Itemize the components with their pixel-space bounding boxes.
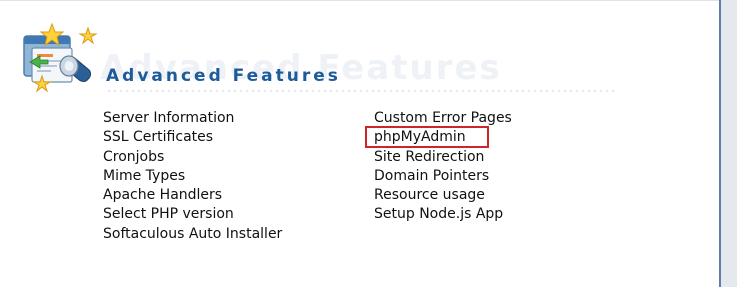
link-mime-types[interactable]: Mime Types <box>103 167 282 186</box>
tools-star-icon <box>23 22 98 93</box>
link-select-php-version[interactable]: Select PHP version <box>103 205 282 224</box>
link-resource-usage[interactable]: Resource usage <box>374 186 512 205</box>
link-softaculous-auto-installer[interactable]: Softaculous Auto Installer <box>103 225 282 244</box>
link-server-information[interactable]: Server Information <box>103 109 282 128</box>
link-apache-handlers[interactable]: Apache Handlers <box>103 186 282 205</box>
phpmyadmin-highlight-box <box>365 126 489 148</box>
link-ssl-certificates[interactable]: SSL Certificates <box>103 128 282 147</box>
link-setup-nodejs-app[interactable]: Setup Node.js App <box>374 205 512 224</box>
link-site-redirection[interactable]: Site Redirection <box>374 148 512 167</box>
link-domain-pointers[interactable]: Domain Pointers <box>374 167 512 186</box>
section-header: Advanced Features Advanced Features <box>100 48 630 94</box>
window-frame-edge <box>719 0 737 287</box>
link-cronjobs[interactable]: Cronjobs <box>103 148 282 167</box>
title-dotted-divider <box>106 88 616 94</box>
top-border <box>0 0 721 1</box>
links-left-column: Server Information SSL Certificates Cron… <box>103 109 282 244</box>
section-title: Advanced Features <box>106 66 341 86</box>
